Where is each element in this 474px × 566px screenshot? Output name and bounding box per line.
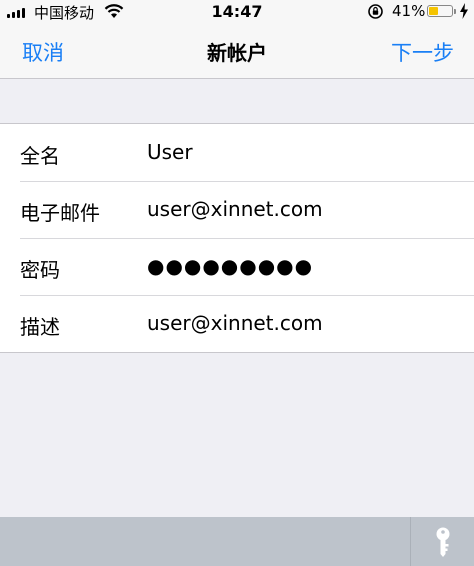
full-name-label: 全名 [20,144,60,168]
description-field[interactable]: user@xinnet.com [147,311,323,335]
battery-icon [427,5,453,17]
email-label: 电子邮件 [20,201,100,225]
battery-percentage: 41% [392,2,426,20]
charging-bolt-icon [460,3,468,19]
full-name-field[interactable]: User [147,140,193,164]
email-row[interactable]: 电子邮件 user@xinnet.com [0,181,474,238]
description-row[interactable]: 描述 user@xinnet.com [0,295,474,352]
password-label: 密码 [20,258,60,282]
next-button[interactable]: 下一步 [391,37,454,67]
account-form: 全名 User 电子邮件 user@xinnet.com 密码 ●●●●●●●●… [0,123,474,353]
status-bar: 中国移动 14:47 41% [0,0,474,24]
key-icon [436,527,450,557]
password-autofill-button[interactable] [411,517,474,566]
navigation-bar: 取消 新帐户 下一步 [0,24,474,79]
password-row[interactable]: 密码 ●●●●●●●●● [0,238,474,295]
keyboard-accessory-bar [0,517,474,566]
password-field[interactable]: ●●●●●●●●● [147,254,313,278]
battery-level-fill [429,7,439,15]
rotation-lock-icon [368,4,383,19]
email-field[interactable]: user@xinnet.com [147,197,323,221]
description-label: 描述 [20,315,60,339]
battery-nub [454,9,456,14]
full-name-row[interactable]: 全名 User [0,124,474,181]
